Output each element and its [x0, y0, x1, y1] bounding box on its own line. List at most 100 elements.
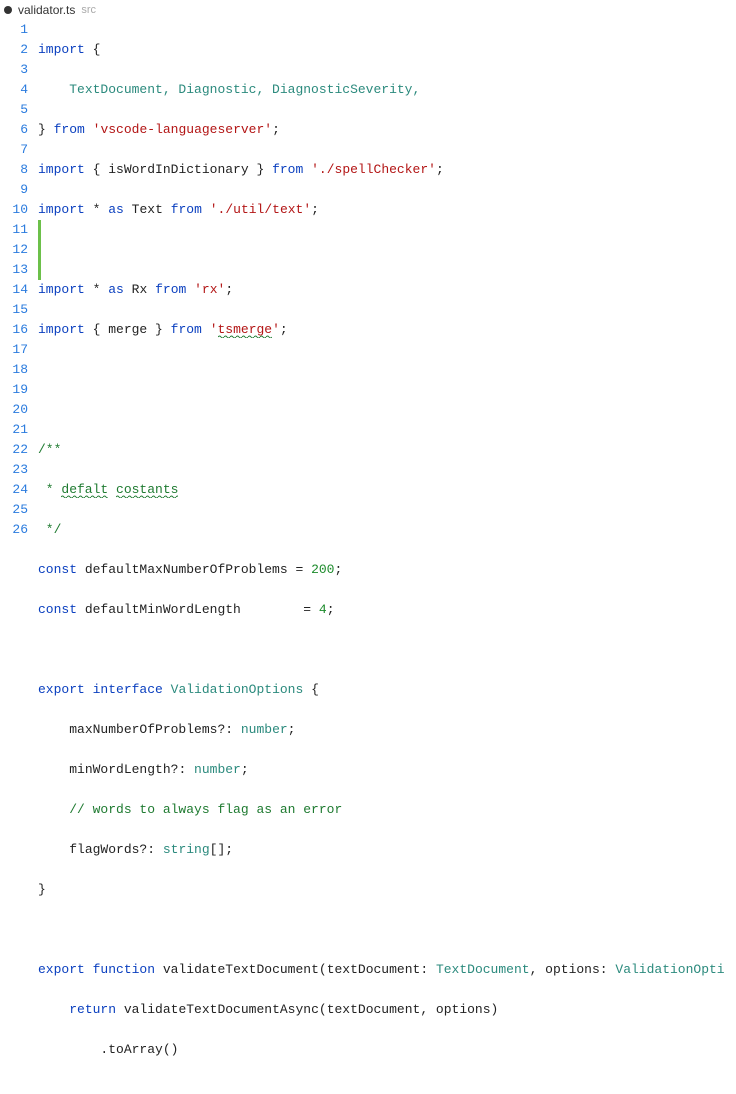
brace: }	[38, 122, 46, 137]
brace: {	[303, 682, 319, 697]
keyword: import	[38, 202, 85, 217]
line-number: 17	[0, 340, 28, 360]
keyword: from	[171, 202, 202, 217]
line-number: 13	[0, 260, 28, 280]
code-content[interactable]: import { TextDocument, Diagnostic, Diagn…	[38, 20, 736, 547]
code-line[interactable]: } from 'vscode-languageserver';	[38, 120, 736, 140]
function-call: validateTextDocumentAsync	[124, 1002, 319, 1017]
semicolon: ;	[241, 762, 249, 777]
code-line[interactable]: export interface ValidationOptions {	[38, 680, 736, 700]
function-name: validateTextDocument	[163, 962, 319, 977]
dirty-indicator-icon	[4, 6, 12, 14]
star: *	[93, 282, 101, 297]
property: maxNumberOfProblems?	[69, 722, 225, 737]
code-line[interactable]	[38, 400, 736, 420]
code-line[interactable]	[38, 360, 736, 380]
string: '	[272, 322, 280, 337]
code-line[interactable]: minWordLength?: number;	[38, 760, 736, 780]
line-number: 15	[0, 300, 28, 320]
line-number: 5	[0, 100, 28, 120]
colon: :	[178, 762, 194, 777]
line-number-gutter: 1234567891011121314151617181920212223242…	[0, 20, 38, 547]
semicolon: ;	[334, 562, 342, 577]
code-line[interactable]: // words to always flag as an error	[38, 800, 736, 820]
method-call: .toArray()	[100, 1042, 178, 1057]
code-line[interactable]: import { isWordInDictionary } from './sp…	[38, 160, 736, 180]
code-line[interactable]	[38, 640, 736, 660]
line-number: 2	[0, 40, 28, 60]
param: textDocument	[327, 962, 421, 977]
code-line[interactable]: flagWords?: string[];	[38, 840, 736, 860]
code-line[interactable]: export function validateTextDocument(tex…	[38, 960, 736, 980]
code-line[interactable]: /**	[38, 440, 736, 460]
line-number: 14	[0, 280, 28, 300]
line-number: 22	[0, 440, 28, 460]
type: number	[241, 722, 288, 737]
string: 'rx'	[194, 282, 225, 297]
type-name: ValidationOptions	[171, 682, 304, 697]
line-number: 24	[0, 480, 28, 500]
code-line[interactable]: import { merge } from 'tsmerge';	[38, 320, 736, 340]
line-number: 12	[0, 240, 28, 260]
star: *	[93, 202, 101, 217]
line-number: 25	[0, 500, 28, 520]
code-line[interactable]: const defaultMaxNumberOfProblems = 200;	[38, 560, 736, 580]
keyword: from	[155, 282, 186, 297]
code-line[interactable]: return validateTextDocumentAsync(textDoc…	[38, 1000, 736, 1020]
code-line[interactable]: import * as Text from './util/text';	[38, 200, 736, 220]
type: ValidationOpti	[615, 962, 724, 977]
type-list: TextDocument, Diagnostic, DiagnosticSeve…	[69, 82, 420, 97]
alias: Rx	[132, 282, 148, 297]
line-number: 26	[0, 520, 28, 540]
editor-tab[interactable]: validator.ts src	[0, 0, 736, 20]
comment: /**	[38, 442, 61, 457]
keyword: return	[69, 1002, 116, 1017]
keyword: from	[54, 122, 85, 137]
keyword: import	[38, 42, 85, 57]
line-number: 23	[0, 460, 28, 480]
comment: *	[38, 482, 61, 497]
code-line[interactable]: import * as Rx from 'rx';	[38, 280, 736, 300]
identifier: defaultMaxNumberOfProblems	[85, 562, 288, 577]
semicolon: ;	[288, 722, 296, 737]
semicolon: ;	[436, 162, 444, 177]
whitespace	[241, 602, 296, 617]
keyword: as	[108, 282, 124, 297]
semicolon: ;	[225, 842, 233, 857]
string: '	[210, 322, 218, 337]
semicolon: ;	[311, 202, 319, 217]
code-line[interactable]: import {	[38, 40, 736, 60]
spell-error: tsmerge	[218, 322, 273, 338]
code-line[interactable]: */	[38, 520, 736, 540]
colon: :	[225, 722, 241, 737]
code-line[interactable]	[38, 920, 736, 940]
type: number	[194, 762, 241, 777]
code-editor[interactable]: 1234567891011121314151617181920212223242…	[0, 20, 736, 547]
operator: =	[288, 562, 311, 577]
line-number: 18	[0, 360, 28, 380]
paren: )	[491, 1002, 499, 1017]
string: 'vscode-languageserver'	[93, 122, 272, 137]
property: flagWords?	[69, 842, 147, 857]
code-line[interactable]: }	[38, 880, 736, 900]
import-symbols: { isWordInDictionary }	[93, 162, 265, 177]
line-number: 19	[0, 380, 28, 400]
string: './spellChecker'	[311, 162, 436, 177]
code-line[interactable]: TextDocument, Diagnostic, DiagnosticSeve…	[38, 80, 736, 100]
keyword: as	[108, 202, 124, 217]
keyword: from	[171, 322, 202, 337]
comment: // words to always flag as an error	[69, 802, 342, 817]
line-number: 3	[0, 60, 28, 80]
code-line[interactable]: const defaultMinWordLength = 4;	[38, 600, 736, 620]
type: TextDocument	[436, 962, 530, 977]
code-line[interactable]: maxNumberOfProblems?: number;	[38, 720, 736, 740]
code-line[interactable]: * defalt costants	[38, 480, 736, 500]
keyword: import	[38, 282, 85, 297]
comment: */	[38, 522, 61, 537]
code-line[interactable]	[38, 240, 736, 260]
keyword: import	[38, 162, 85, 177]
colon: :	[420, 962, 436, 977]
code-line[interactable]: .toArray()	[38, 1040, 736, 1060]
line-number: 4	[0, 80, 28, 100]
keyword: export	[38, 682, 85, 697]
